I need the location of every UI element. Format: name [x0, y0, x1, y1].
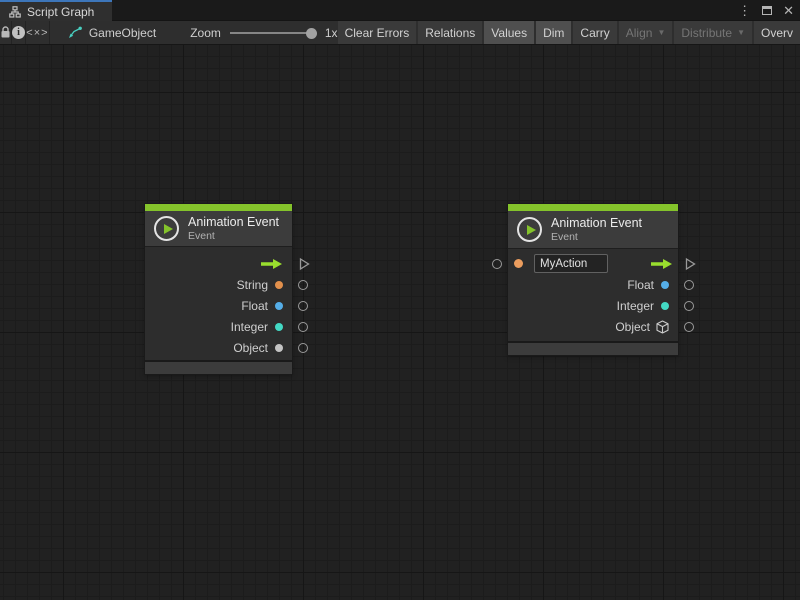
zoom-value: 1x	[325, 26, 338, 40]
float-type-dot	[275, 302, 283, 310]
action-input-row	[508, 253, 678, 274]
lock-button[interactable]	[0, 21, 12, 44]
dim-label: Dim	[543, 26, 564, 40]
script-machine-icon	[68, 26, 83, 39]
tab-script-graph[interactable]: Script Graph	[0, 0, 112, 21]
clear-errors-label: Clear Errors	[345, 26, 410, 40]
node-accent-bar	[508, 204, 678, 211]
port-label: Integer	[617, 299, 654, 313]
node-title: Animation Event	[188, 215, 279, 230]
graph-target[interactable]: GameObject	[68, 21, 156, 44]
action-input-port[interactable]	[492, 259, 502, 269]
zoom-slider-handle[interactable]	[306, 28, 317, 39]
align-label: Align	[626, 26, 653, 40]
float-output-port[interactable]	[298, 301, 308, 311]
graph-canvas[interactable]: Animation Event Event String	[0, 45, 800, 600]
distribute-label: Distribute	[681, 26, 732, 40]
integer-type-dot	[275, 323, 283, 331]
code-preview-button[interactable]: <×>	[26, 21, 50, 44]
overview-button[interactable]: Overv	[754, 21, 800, 44]
carry-button[interactable]: Carry	[573, 21, 616, 44]
node-header[interactable]: Animation Event Event	[145, 211, 292, 247]
float-output-port[interactable]	[684, 280, 694, 290]
dim-button[interactable]: Dim	[536, 21, 571, 44]
zoom-slider-track[interactable]	[230, 32, 316, 34]
flow-output-row	[145, 253, 292, 274]
output-row-object: Object	[145, 337, 292, 358]
close-icon[interactable]: ✕	[783, 4, 794, 17]
zoom-label: Zoom	[190, 26, 221, 40]
clear-errors-button[interactable]: Clear Errors	[338, 21, 417, 44]
integer-output-port[interactable]	[684, 301, 694, 311]
relations-button[interactable]: Relations	[418, 21, 482, 44]
toolbar-buttons: Clear Errors Relations Values Dim Carry …	[338, 21, 800, 44]
node-body: Float Integer Object	[508, 249, 678, 341]
event-play-icon	[517, 217, 542, 242]
window-controls: ⋮ ✕	[738, 0, 794, 21]
port-label: String	[237, 278, 268, 292]
flow-arrow-icon	[260, 258, 283, 270]
flow-output-port[interactable]	[299, 257, 310, 270]
port-label: Object	[233, 341, 268, 355]
integer-output-port[interactable]	[298, 322, 308, 332]
output-row-object: Object	[508, 316, 678, 337]
string-type-dot	[514, 259, 523, 268]
flow-arrow-icon	[650, 258, 673, 270]
values-button[interactable]: Values	[484, 21, 534, 44]
relations-label: Relations	[425, 26, 475, 40]
float-type-dot	[661, 281, 669, 289]
node-accent-bar	[145, 204, 292, 211]
object-output-port[interactable]	[684, 322, 694, 332]
output-row-float: Float	[508, 274, 678, 295]
node-title: Animation Event	[551, 216, 642, 231]
port-label: Float	[241, 299, 268, 313]
port-label: Integer	[231, 320, 268, 334]
event-play-icon	[154, 216, 179, 241]
node-footer	[145, 360, 292, 374]
graph-toolbar: i <×> GameObject Zoom 1x Clear	[0, 21, 800, 45]
node-subtitle: Event	[551, 231, 642, 243]
align-button[interactable]: Align ▼	[619, 21, 673, 44]
lock-icon	[0, 26, 11, 39]
chevron-down-icon: ▼	[657, 28, 665, 37]
object-type-dot	[275, 344, 283, 352]
zoom-control: Zoom 1x	[190, 21, 337, 44]
object-output-port[interactable]	[298, 343, 308, 353]
action-name-field[interactable]	[534, 254, 608, 273]
node-header[interactable]: Animation Event Event	[508, 211, 678, 249]
tab-bar: Script Graph ⋮ ✕	[0, 0, 800, 21]
tab-title: Script Graph	[27, 5, 94, 19]
graph-hierarchy-icon	[9, 6, 21, 18]
output-row-integer: Integer	[508, 295, 678, 316]
maximize-icon[interactable]	[762, 6, 772, 15]
output-row-integer: Integer	[145, 316, 292, 337]
output-row-string: String	[145, 274, 292, 295]
output-row-float: Float	[145, 295, 292, 316]
string-type-dot	[275, 281, 283, 289]
window-menu-icon[interactable]: ⋮	[738, 4, 751, 17]
node-body: String Float Integer Object	[145, 247, 292, 360]
script-graph-window: Script Graph ⋮ ✕ i <×>	[0, 0, 800, 600]
flow-output-port[interactable]	[685, 257, 696, 270]
node-footer	[508, 341, 678, 355]
port-label: Float	[627, 278, 654, 292]
info-icon: i	[12, 26, 25, 39]
overview-label: Overv	[761, 26, 793, 40]
values-label: Values	[491, 26, 527, 40]
integer-type-dot	[661, 302, 669, 310]
zoom-slider[interactable]	[230, 21, 316, 44]
string-output-port[interactable]	[298, 280, 308, 290]
distribute-button[interactable]: Distribute ▼	[674, 21, 752, 44]
chevron-down-icon: ▼	[737, 28, 745, 37]
code-icon: <×>	[26, 27, 48, 39]
cube-icon	[656, 320, 669, 334]
node-animation-event-right[interactable]: Animation Event Event	[508, 204, 678, 355]
node-subtitle: Event	[188, 230, 279, 242]
info-button[interactable]: i	[12, 21, 26, 44]
carry-label: Carry	[580, 26, 609, 40]
port-label: Object	[615, 320, 650, 334]
target-label: GameObject	[89, 26, 156, 40]
node-animation-event-left[interactable]: Animation Event Event String	[145, 204, 292, 374]
